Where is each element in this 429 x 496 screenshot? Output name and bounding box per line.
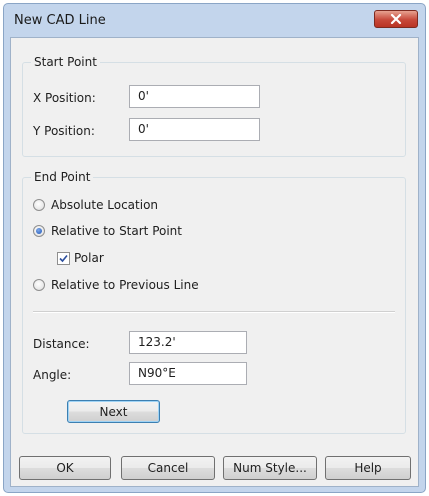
title-bar[interactable]: New CAD Line xyxy=(4,4,425,40)
dialog-body: Start Point X Position: 0' Y Position: 0… xyxy=(10,37,419,487)
new-cad-line-dialog: New CAD Line Start Point X Position: 0' … xyxy=(3,3,426,493)
relative-to-start-point-label: Relative to Start Point xyxy=(51,224,182,238)
num-style-button[interactable]: Num Style... xyxy=(223,456,317,480)
radio-button-selected-icon xyxy=(33,225,45,237)
polar-checkbox[interactable]: Polar xyxy=(57,251,104,265)
x-position-input[interactable]: 0' xyxy=(129,85,260,108)
relative-to-previous-line-label: Relative to Previous Line xyxy=(51,278,199,292)
close-icon xyxy=(390,14,402,24)
start-point-group: Start Point X Position: 0' Y Position: 0… xyxy=(22,55,406,157)
y-position-label: Y Position: xyxy=(33,124,95,138)
distance-input[interactable]: 123.2' xyxy=(129,331,247,354)
checkbox-checked-icon xyxy=(57,251,70,265)
end-point-label: End Point xyxy=(31,170,94,184)
start-point-label: Start Point xyxy=(31,55,100,69)
separator xyxy=(33,311,395,313)
close-button[interactable] xyxy=(374,10,418,28)
distance-label: Distance: xyxy=(33,337,90,351)
help-button[interactable]: Help xyxy=(325,456,411,480)
y-position-input[interactable]: 0' xyxy=(129,118,260,141)
relative-to-start-point-radio[interactable]: Relative to Start Point xyxy=(33,224,182,238)
angle-label: Angle: xyxy=(33,368,72,382)
radio-button-icon xyxy=(33,199,45,211)
end-point-group: End Point Absolute Location Relative to … xyxy=(22,170,406,434)
x-position-label: X Position: xyxy=(33,91,96,105)
window-title: New CAD Line xyxy=(14,13,106,28)
next-button[interactable]: Next xyxy=(67,400,160,423)
ok-button[interactable]: OK xyxy=(19,456,111,480)
polar-label: Polar xyxy=(74,251,104,265)
absolute-location-label: Absolute Location xyxy=(51,198,159,212)
radio-button-icon xyxy=(33,279,45,291)
cancel-button[interactable]: Cancel xyxy=(121,456,215,480)
absolute-location-radio[interactable]: Absolute Location xyxy=(33,198,158,212)
angle-input[interactable]: N90°E xyxy=(129,362,247,385)
relative-to-previous-line-radio[interactable]: Relative to Previous Line xyxy=(33,278,199,292)
